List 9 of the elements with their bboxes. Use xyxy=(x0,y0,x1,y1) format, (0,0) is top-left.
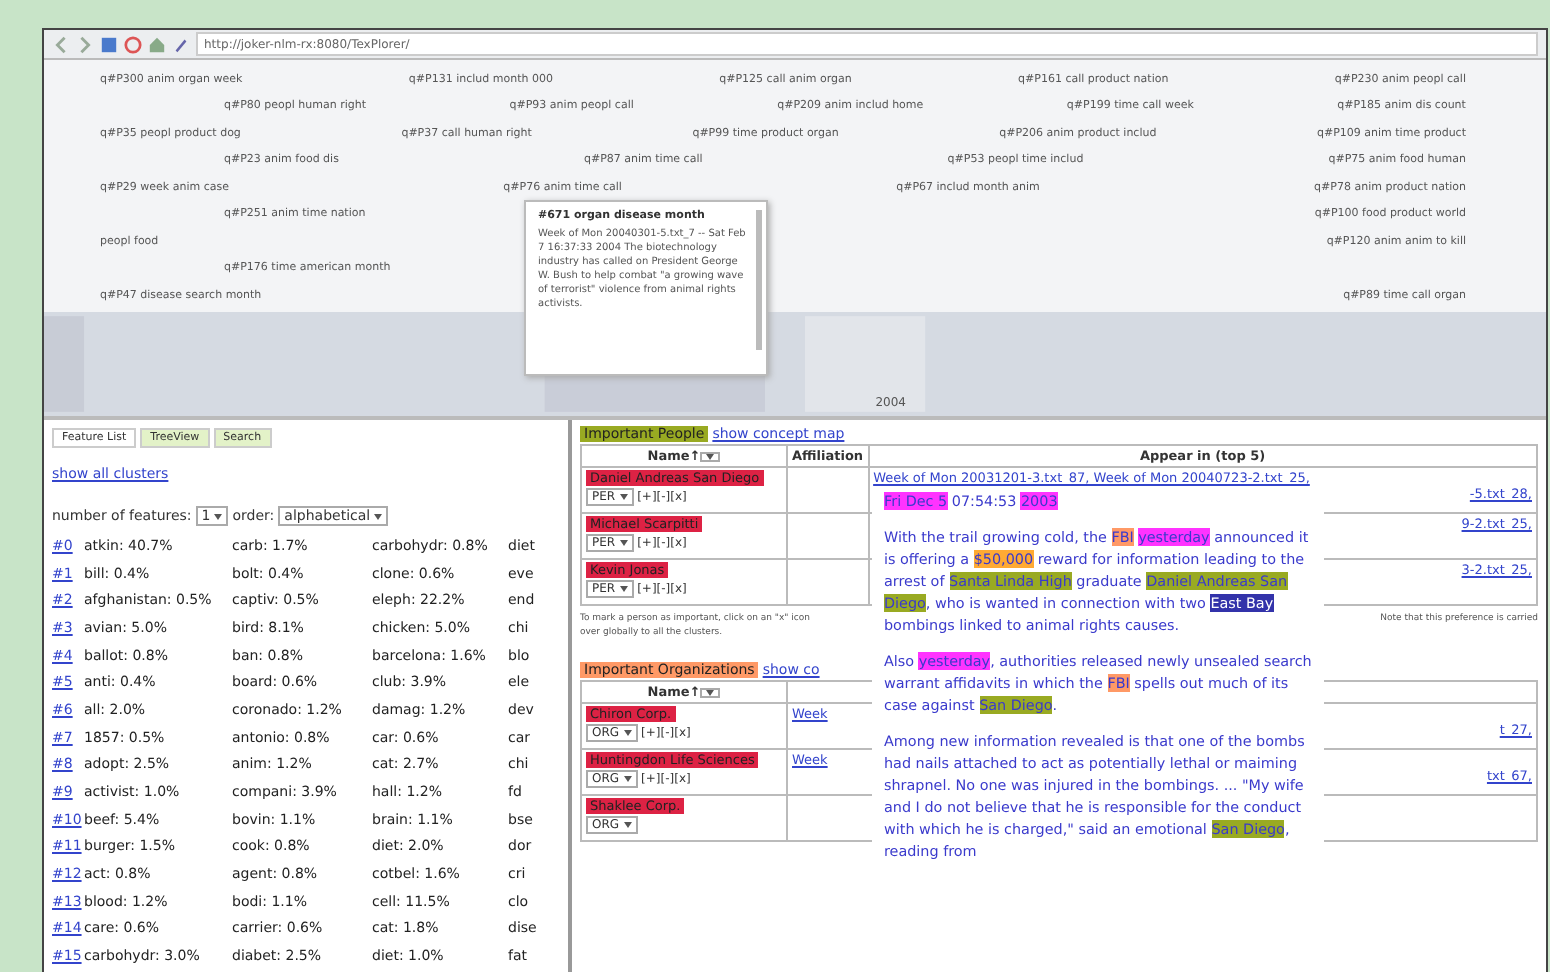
home-icon[interactable] xyxy=(148,35,166,53)
reload-icon[interactable] xyxy=(100,35,118,53)
forward-icon[interactable] xyxy=(76,35,94,53)
sort-select[interactable] xyxy=(700,452,721,462)
sort-select[interactable] xyxy=(700,688,721,698)
scrollbar[interactable] xyxy=(756,210,762,350)
stop-icon[interactable] xyxy=(124,35,142,53)
pencil-icon[interactable] xyxy=(172,35,190,53)
back-icon[interactable] xyxy=(52,35,70,53)
